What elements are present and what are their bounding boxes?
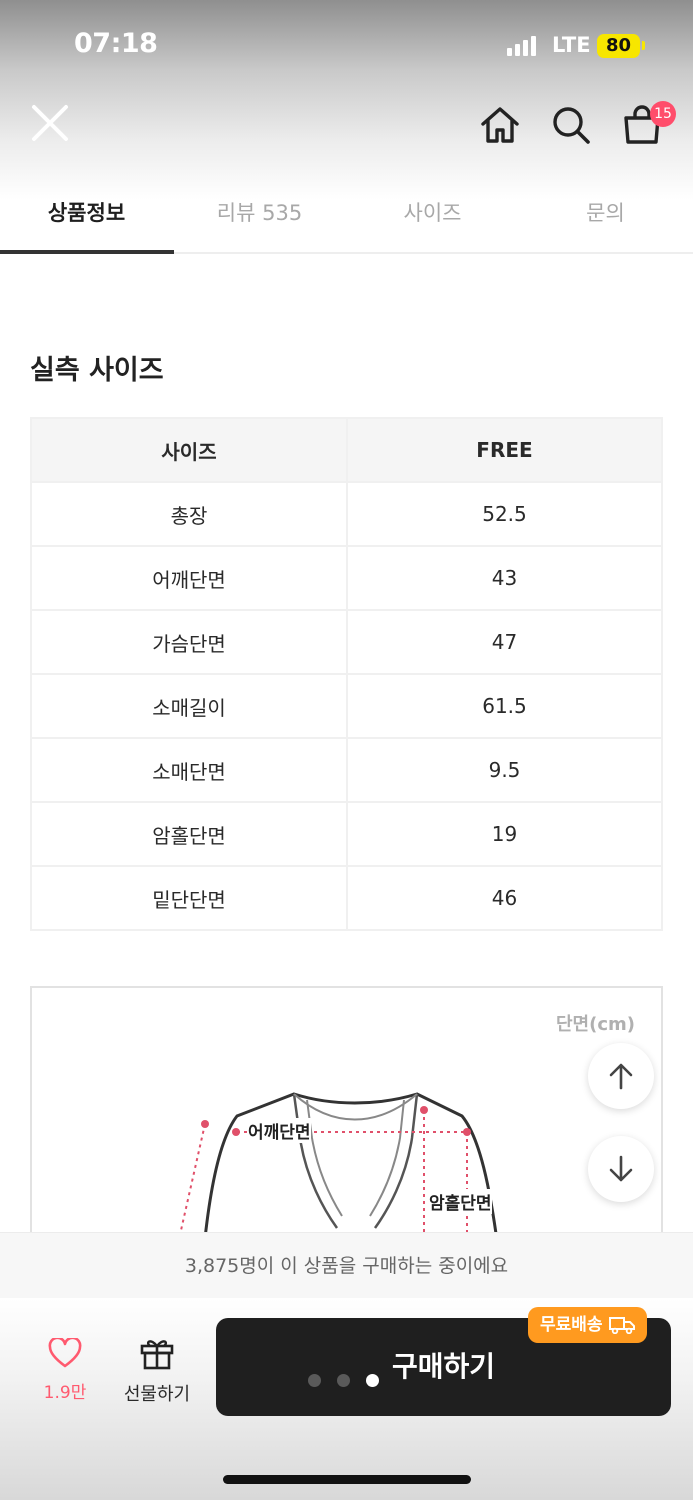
tab-size[interactable]: 사이즈: [346, 182, 519, 252]
table-row: 소매길이 61.5: [30, 673, 663, 739]
home-indicator: [223, 1475, 471, 1484]
purchase-notice: 3,875명이 이 상품을 구매하는 중이에요: [0, 1232, 693, 1298]
table-header-row: 사이즈 FREE: [30, 417, 663, 483]
row-value: 19: [346, 801, 663, 867]
arrow-up-icon: [609, 1063, 633, 1090]
gift-icon: [140, 1340, 174, 1370]
truck-icon: [608, 1317, 635, 1334]
search-icon[interactable]: [549, 103, 593, 147]
bottom-action-bar: 1.9만 선물하기 구매하기 무료배송: [0, 1298, 693, 1500]
size-diagram: 단면(cm) 어깨단면 암홀단면: [30, 986, 663, 1246]
row-value: 43: [346, 545, 663, 611]
size-table: 사이즈 FREE 총장 52.5 어깨단면 43 가슴단면 47 소매길이 61…: [30, 417, 663, 931]
tab-reviews[interactable]: 리뷰 535: [173, 182, 346, 252]
cart-count-badge: 15: [650, 101, 676, 127]
battery-indicator: 80: [597, 34, 640, 58]
row-label: 소매길이: [30, 673, 348, 739]
status-time: 07:18: [74, 28, 158, 59]
indicator-dot: [337, 1374, 350, 1387]
gift-label: 선물하기: [123, 1384, 191, 1405]
cardigan-illustration: [176, 1092, 500, 1246]
network-label: LTE: [552, 33, 591, 57]
table-row: 소매단면 9.5: [30, 737, 663, 803]
page-indicator-dots: [308, 1374, 379, 1387]
table-row: 어깨단면 43: [30, 545, 663, 611]
row-value: 61.5: [346, 673, 663, 739]
armhole-width-label: 암홀단면: [429, 1189, 492, 1214]
tab-inquiry[interactable]: 문의: [519, 182, 692, 252]
row-label: 암홀단면: [30, 801, 348, 867]
row-label: 밑단단면: [30, 865, 348, 931]
header-size: 사이즈: [30, 417, 348, 483]
close-icon[interactable]: [28, 101, 72, 145]
indicator-dot: [308, 1374, 321, 1387]
row-label: 총장: [30, 481, 348, 547]
table-row: 암홀단면 19: [30, 801, 663, 867]
wishlist-count: 1.9만: [43, 1383, 87, 1403]
wishlist-button[interactable]: 1.9만: [30, 1336, 100, 1403]
product-tabs: 상품정보 리뷰 535 사이즈 문의: [0, 182, 693, 254]
scroll-bottom-button[interactable]: [588, 1136, 654, 1202]
table-row: 총장 52.5: [30, 481, 663, 547]
gift-button[interactable]: 선물하기: [116, 1336, 198, 1406]
free-shipping-badge: 무료배송: [528, 1307, 647, 1343]
scroll-top-button[interactable]: [588, 1043, 654, 1109]
row-value: 46: [346, 865, 663, 931]
table-row: 밑단단면 46: [30, 865, 663, 931]
shoulder-width-label: 어깨단면: [248, 1118, 311, 1143]
tab-product-info[interactable]: 상품정보: [0, 182, 174, 254]
row-value: 47: [346, 609, 663, 675]
row-label: 어깨단면: [30, 545, 348, 611]
battery-tip: [642, 41, 645, 50]
row-value: 9.5: [346, 737, 663, 803]
table-row: 가슴단면 47: [30, 609, 663, 675]
indicator-dot-active: [366, 1374, 379, 1387]
section-title: 실측 사이즈: [30, 355, 164, 386]
top-nav: 15: [0, 95, 693, 165]
signal-icon: [507, 36, 536, 56]
header-free: FREE: [346, 417, 663, 483]
home-icon[interactable]: [478, 103, 522, 147]
free-shipping-label: 무료배송: [540, 1315, 603, 1335]
heart-icon: [48, 1336, 82, 1368]
row-value: 52.5: [346, 481, 663, 547]
status-bar: 07:18 LTE 80: [0, 0, 693, 90]
row-label: 가슴단면: [30, 609, 348, 675]
arrow-down-icon: [609, 1155, 633, 1182]
row-label: 소매단면: [30, 737, 348, 803]
